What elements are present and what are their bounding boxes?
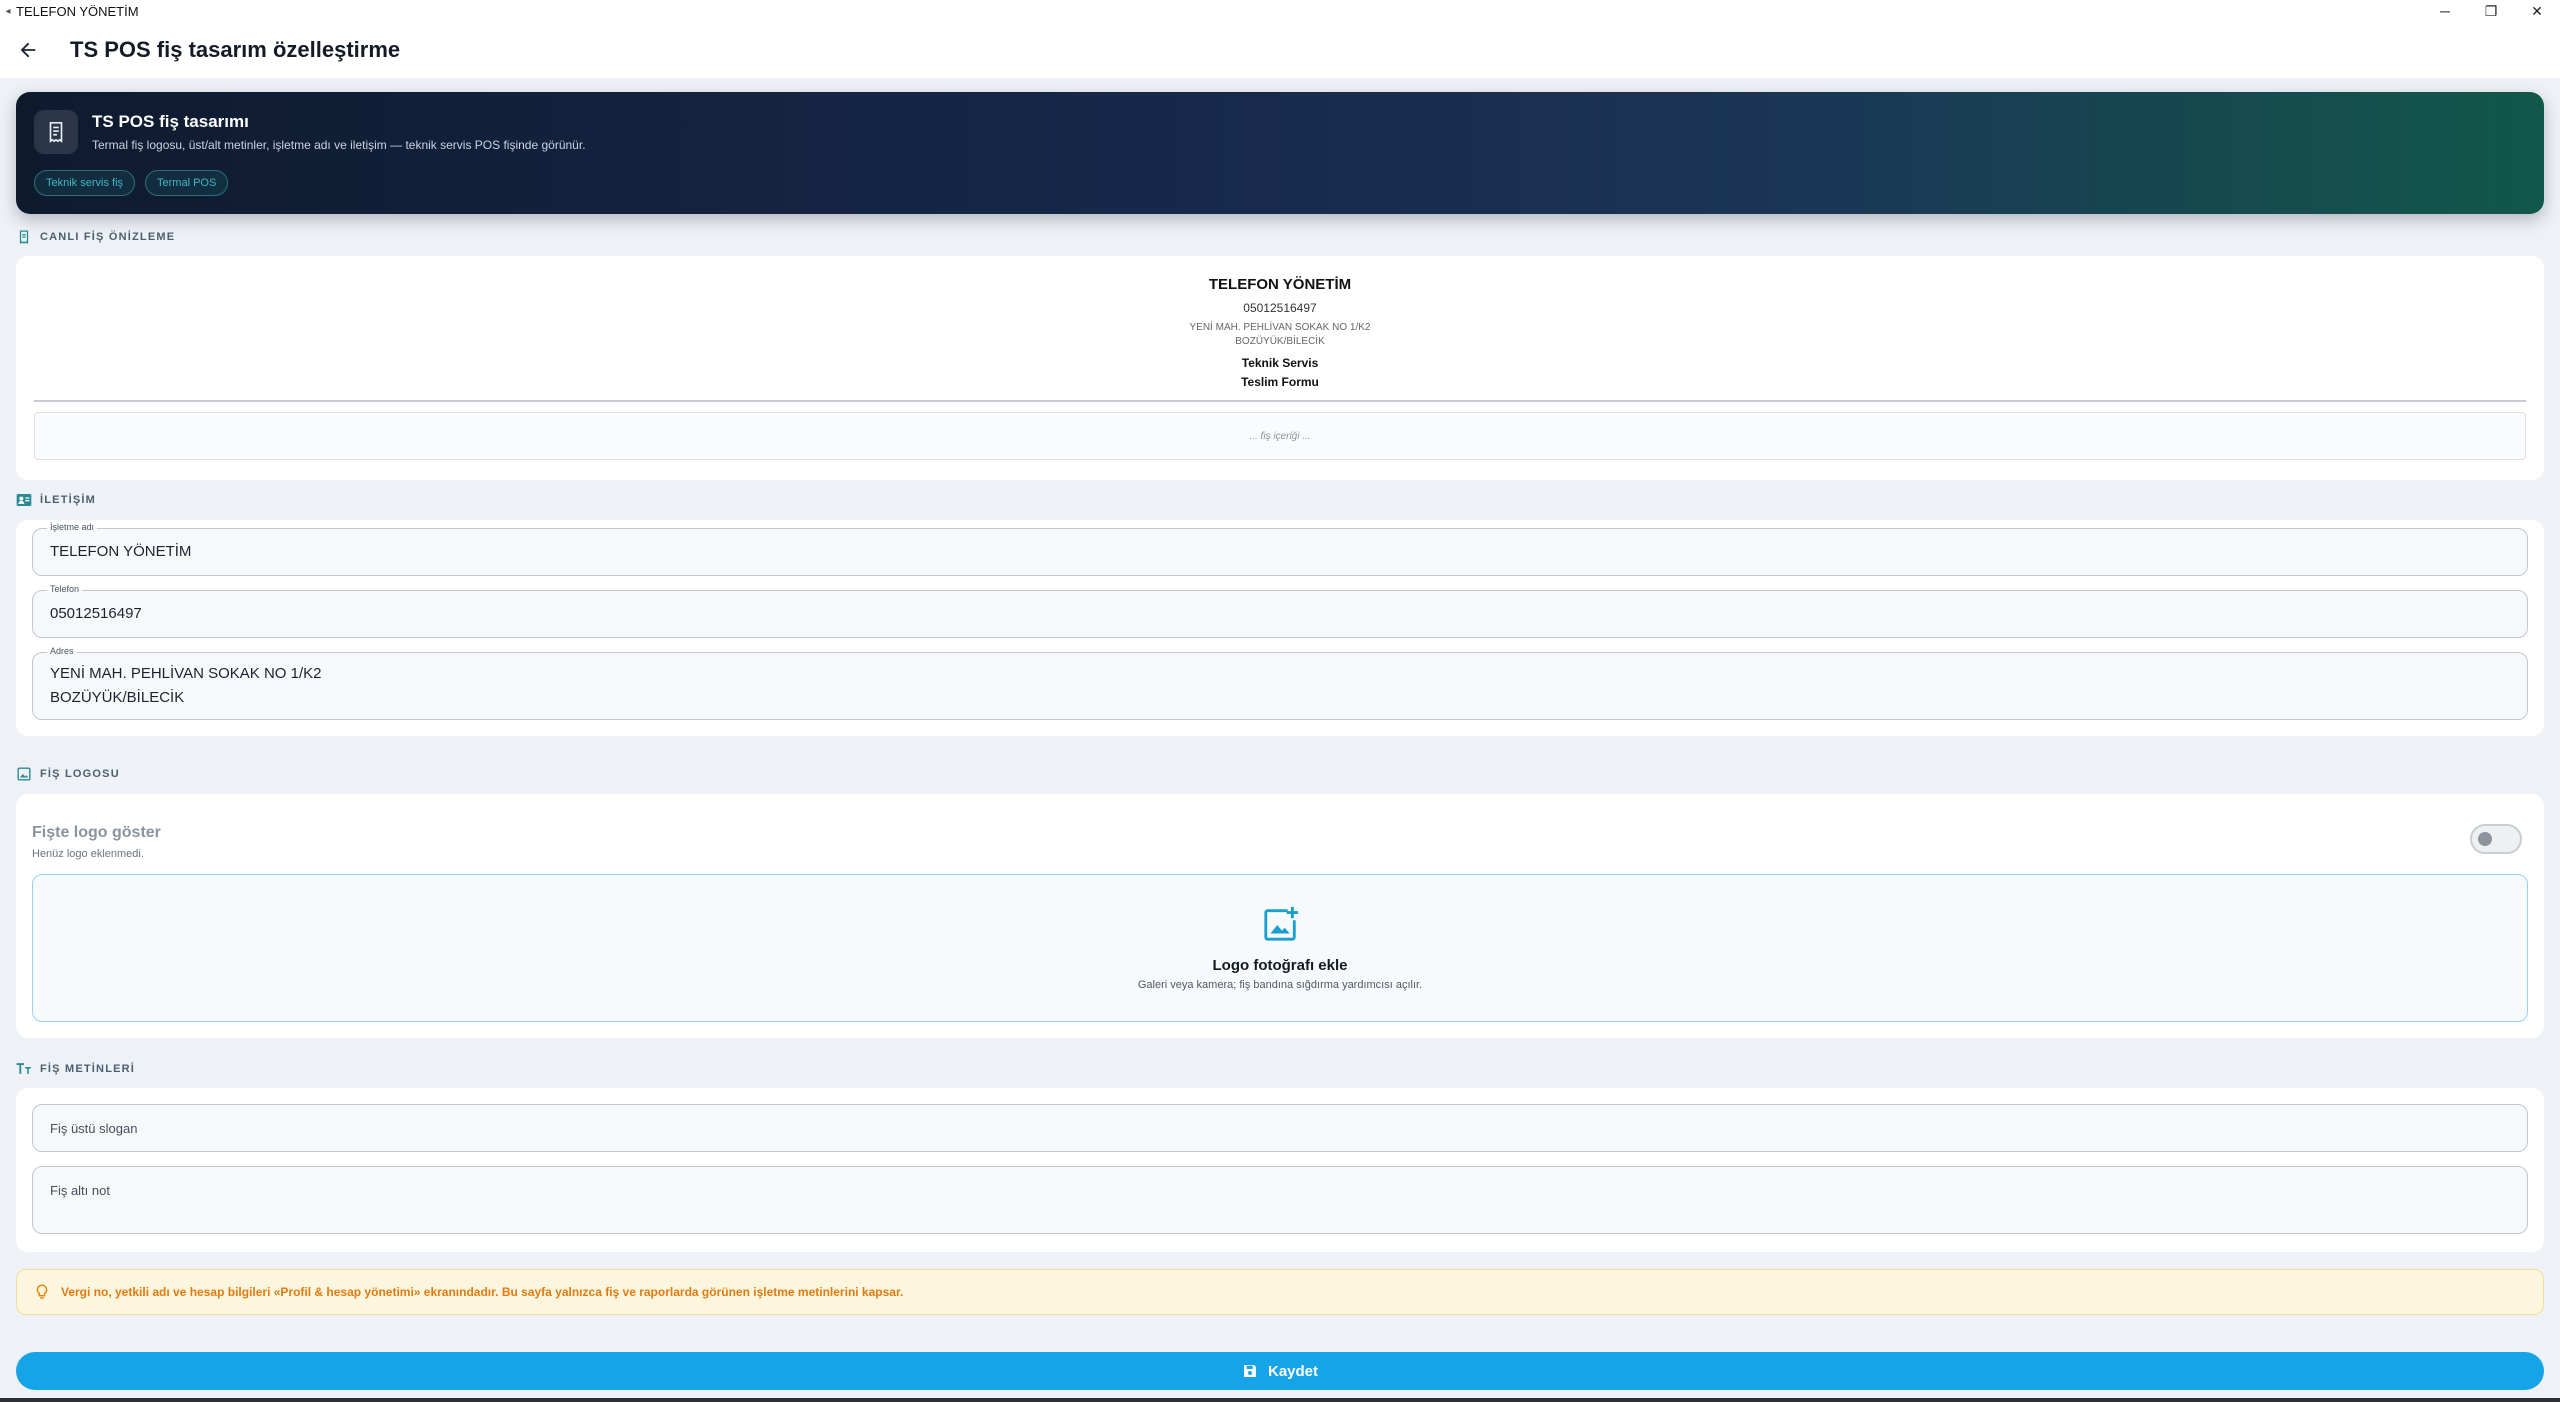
save-label: Kaydet bbox=[1267, 1362, 1319, 1380]
info-banner: Vergi no, yetkili adı ve hesap bilgileri… bbox=[16, 1269, 2544, 1315]
phone-field[interactable]: Telefon 05012516497 bbox=[32, 584, 2528, 638]
back-button[interactable] bbox=[0, 22, 56, 78]
phone-label: Telefon bbox=[47, 584, 83, 594]
add-logo-subtitle: Galeri veya kamera; fiş bandına sığdırma… bbox=[1137, 979, 1423, 991]
receipt-small-icon bbox=[16, 229, 32, 245]
save-button[interactable]: Kaydet bbox=[16, 1352, 2544, 1390]
window-titlebar: ◂ TELEFON YÖNETİM ─ ❐ ✕ bbox=[0, 0, 2560, 22]
receipt-preview-card: TELEFON YÖNETİM 05012516497 YENİ MAH. PE… bbox=[16, 256, 2544, 480]
receipt-body-placeholder: ... fiş içeriği ... bbox=[34, 412, 2526, 460]
address-field[interactable]: Adres YENİ MAH. PEHLİVAN SOKAK NO 1/K2 B… bbox=[32, 646, 2528, 720]
window-controls: ─ ❐ ✕ bbox=[2422, 0, 2560, 22]
window-title: TELEFON YÖNETİM bbox=[16, 3, 139, 19]
logo-toggle-switch[interactable] bbox=[2470, 824, 2522, 854]
section-label-logo: FİŞ LOGOSU bbox=[16, 766, 120, 782]
bottom-note-placeholder: Fiş altı not bbox=[50, 1183, 110, 1198]
image-icon bbox=[16, 766, 32, 782]
chip-termal-pos: Termal POS bbox=[145, 170, 229, 196]
app-bar: TS POS fiş tasarım özelleştirme bbox=[0, 22, 2560, 78]
receipt-doc-title2: Teslim Formu bbox=[1241, 375, 1319, 389]
logo-toggle-title: Fişte logo göster bbox=[32, 824, 161, 841]
close-button[interactable]: ✕ bbox=[2514, 0, 2560, 22]
receipt-divider bbox=[34, 400, 2526, 402]
address-value: YENİ MAH. PEHLİVAN SOKAK NO 1/K2 BOZÜYÜK… bbox=[50, 665, 322, 706]
section-label-contact: İLETİŞİM bbox=[16, 492, 96, 508]
address-label: Adres bbox=[47, 646, 77, 656]
app-icon: ◂ bbox=[5, 5, 11, 17]
hero-banner: TS POS fiş tasarımı Termal fiş logosu, ü… bbox=[16, 92, 2544, 214]
page-title: TS POS fiş tasarım özelleştirme bbox=[70, 37, 401, 62]
restore-button[interactable]: ❐ bbox=[2468, 0, 2514, 22]
add-photo-icon bbox=[1264, 906, 1299, 941]
top-slogan-field[interactable]: Fiş üstü slogan bbox=[32, 1104, 2528, 1152]
logo-card: Fişte logo göster Henüz logo eklenmedi. … bbox=[16, 794, 2544, 1038]
receipt-phone: 05012516497 bbox=[1243, 301, 1317, 315]
window-bottom-edge bbox=[0, 1398, 2560, 1402]
add-logo-button[interactable]: Logo fotoğrafı ekle Galeri veya kamera; … bbox=[32, 874, 2528, 1022]
business-name-value: TELEFON YÖNETİM bbox=[50, 543, 192, 560]
section-label-preview: CANLI FİŞ ÖNİZLEME bbox=[16, 229, 175, 245]
lightbulb-icon bbox=[36, 1284, 48, 1299]
logo-toggle-subtitle: Henüz logo eklenmedi. bbox=[32, 848, 144, 860]
receipt-address-line2: BOZÜYÜK/BİLECİK bbox=[1235, 336, 1325, 347]
hero-chips: Teknik servis fiş Termal POS bbox=[34, 170, 229, 196]
info-text: Vergi no, yetkili adı ve hesap bilgileri… bbox=[61, 1285, 904, 1299]
business-name-label: İşletme adı bbox=[47, 522, 98, 532]
bottom-note-field[interactable]: Fiş altı not bbox=[32, 1166, 2528, 1234]
text-size-icon bbox=[16, 1061, 32, 1077]
phone-value: 05012516497 bbox=[50, 605, 142, 622]
texts-card: Fiş üstü slogan Fiş altı not bbox=[16, 1088, 2544, 1252]
section-label-texts: FİŞ METİNLERİ bbox=[16, 1061, 135, 1077]
top-slogan-placeholder: Fiş üstü slogan bbox=[50, 1121, 138, 1136]
add-logo-title: Logo fotoğrafı ekle bbox=[1212, 957, 1348, 974]
business-name-field[interactable]: İşletme adı TELEFON YÖNETİM bbox=[32, 522, 2528, 576]
receipt-icon bbox=[34, 110, 78, 154]
receipt-business-name: TELEFON YÖNETİM bbox=[1208, 276, 1352, 293]
logo-toggle-knob bbox=[2478, 832, 2492, 846]
contact-card: İşletme adı TELEFON YÖNETİM Telefon 0501… bbox=[16, 520, 2544, 736]
receipt-address-line1: YENİ MAH. PEHLİVAN SOKAK NO 1/K2 bbox=[1189, 322, 1371, 333]
arrow-left-icon bbox=[20, 42, 36, 58]
hero-subtitle: Termal fiş logosu, üst/alt metinler, işl… bbox=[92, 138, 586, 152]
save-icon bbox=[1243, 1365, 1256, 1377]
minimize-button[interactable]: ─ bbox=[2422, 0, 2468, 22]
chip-teknik-servis: Teknik servis fiş bbox=[34, 170, 136, 196]
receipt-doc-title1: Teknik Servis bbox=[1241, 356, 1319, 370]
contact-card-icon bbox=[16, 492, 32, 508]
hero-title: TS POS fiş tasarımı bbox=[92, 112, 249, 131]
